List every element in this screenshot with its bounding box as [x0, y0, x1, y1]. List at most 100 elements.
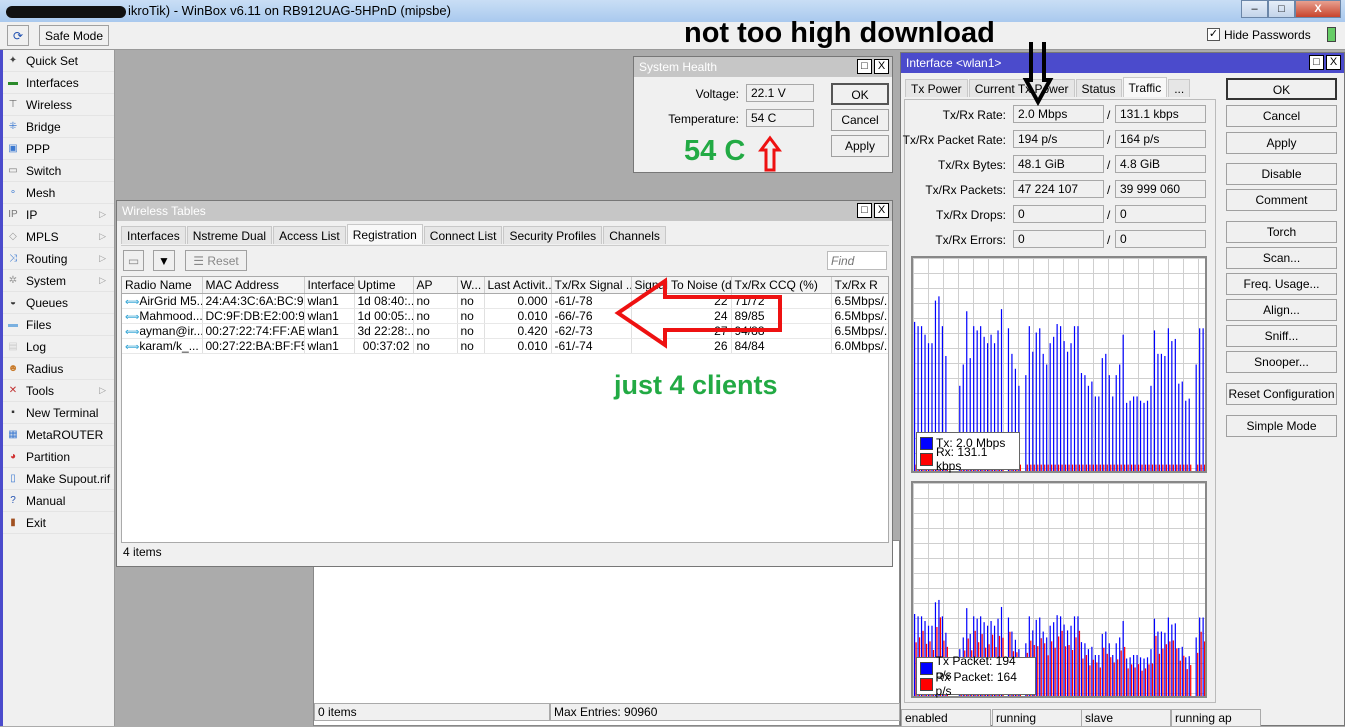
column-header[interactable]: Tx/Rx R: [831, 277, 888, 294]
tab-traffic[interactable]: Traffic: [1122, 77, 1168, 97]
apply-button[interactable]: Apply: [1226, 132, 1337, 154]
cancel-button[interactable]: Cancel: [1226, 105, 1337, 127]
packet-rx-bar: [1197, 652, 1199, 696]
safe-mode-button[interactable]: Safe Mode: [39, 25, 109, 46]
remove-icon[interactable]: ▭: [123, 250, 144, 271]
table-row[interactable]: ⟺ayman@ir... 00:27:22:74:FF:AB wlan1 3d 22:…: [122, 323, 888, 339]
tab-interfaces[interactable]: Interfaces: [121, 226, 186, 244]
column-header[interactable]: Tx/Rx CCQ (%): [731, 277, 832, 294]
sidebar-item-label: Queues: [26, 295, 69, 310]
wireless-client-icon: ⟺: [125, 312, 140, 323]
column-header[interactable]: Uptime: [354, 277, 414, 294]
freq-usage-button[interactable]: Freq. Usage...: [1226, 273, 1337, 295]
sidebar-item-new-terminal[interactable]: ▪ New Terminal: [3, 402, 114, 424]
close-button[interactable]: X: [874, 59, 889, 74]
sidebar-item-label: Partition: [26, 449, 71, 464]
sidebar-item-quick-set[interactable]: ✦ Quick Set: [3, 50, 114, 72]
maximize-button[interactable]: □: [1268, 0, 1295, 18]
close-button[interactable]: X: [1326, 55, 1341, 70]
tab-tx-power[interactable]: Tx Power: [905, 79, 968, 97]
filter-icon[interactable]: ▼: [153, 250, 175, 271]
table-row[interactable]: ⟺AirGrid M5... 24:A4:3C:6A:BC:97 wlan1 1d 0…: [122, 293, 888, 309]
reset-configuration-button[interactable]: Reset Configuration: [1226, 383, 1337, 405]
sniff-button[interactable]: Sniff...: [1226, 325, 1337, 347]
sidebar-item-routing[interactable]: ⤨ Routing ▷: [3, 248, 114, 270]
reset-button[interactable]: ☰ Reset: [185, 250, 247, 271]
sidebar-item-mesh[interactable]: ∘ Mesh: [3, 182, 114, 204]
table-row[interactable]: ⟺Mahmood... DC:9F:DB:E2:00:96 wlan1 1d 00:0…: [122, 308, 888, 324]
sidebar-item-switch[interactable]: ▭ Switch: [3, 160, 114, 182]
sidebar-item-tools[interactable]: ✕ Tools ▷: [3, 380, 114, 402]
minimize-button[interactable]: –: [1241, 0, 1268, 18]
disable-button[interactable]: Disable: [1226, 163, 1337, 185]
column-header[interactable]: AP: [413, 277, 458, 294]
refresh-icon[interactable]: ⟳: [7, 25, 29, 46]
sidebar-item-partition[interactable]: ◕ Partition: [3, 446, 114, 468]
snooper-button[interactable]: Snooper...: [1226, 351, 1337, 373]
column-header[interactable]: Radio Name: [122, 277, 203, 294]
packet-rx-bar: [1200, 631, 1202, 696]
sidebar-item-log[interactable]: ▤ Log: [3, 336, 114, 358]
sidebar-item-ppp[interactable]: ▣ PPP: [3, 138, 114, 160]
tab-registration[interactable]: Registration: [346, 224, 423, 244]
tab-access-list[interactable]: Access List: [273, 226, 346, 244]
tab-channels[interactable]: Channels: [603, 226, 666, 244]
scan-button[interactable]: Scan...: [1226, 247, 1337, 269]
packet-tx-bar: [1188, 656, 1190, 696]
system-health-title-bar[interactable]: System Health □ X: [634, 57, 892, 77]
apply-button[interactable]: Apply: [831, 135, 889, 157]
simple-mode-button[interactable]: Simple Mode: [1226, 415, 1337, 437]
stat-label: Tx/Rx Errors:: [935, 233, 1006, 247]
wireless-tables-title-bar[interactable]: Wireless Tables □ X: [117, 201, 892, 221]
sidebar-item-make-supout-rif[interactable]: ▯ Make Supout.rif: [3, 468, 114, 490]
close-button[interactable]: X: [874, 203, 889, 218]
tab-connect-list[interactable]: Connect List: [423, 226, 503, 244]
column-header[interactable]: Last Activit...: [484, 277, 552, 294]
sidebar-item-mpls[interactable]: ◇ MPLS ▷: [3, 226, 114, 248]
sidebar-item-files[interactable]: ▬ Files: [3, 314, 114, 336]
interface-title-bar[interactable]: Interface <wlan1> □ X: [901, 53, 1344, 73]
sidebar-item-manual[interactable]: ? Manual: [3, 490, 114, 512]
find-input[interactable]: [827, 251, 887, 270]
rate-rx-bar: [1051, 464, 1053, 471]
column-header[interactable]: Tx/Rx Signal ...: [551, 277, 632, 294]
column-header[interactable]: W...: [457, 277, 485, 294]
torch-button[interactable]: Torch: [1226, 221, 1337, 243]
sidebar-item-queues[interactable]: ◒ Queues: [3, 292, 114, 314]
column-header[interactable]: MAC Address: [202, 277, 305, 294]
sidebar-item-ip[interactable]: IP IP ▷: [3, 204, 114, 226]
sidebar-item-radius[interactable]: ☻ Radius: [3, 358, 114, 380]
packet-tx-bar: [1133, 654, 1135, 696]
column-header[interactable]: Signal To Noise (d...: [631, 277, 732, 294]
align-button[interactable]: Align...: [1226, 299, 1337, 321]
sidebar-item-exit[interactable]: ▮ Exit: [3, 512, 114, 534]
tab-status[interactable]: Status: [1075, 79, 1122, 97]
sidebar-item-bridge[interactable]: ⁜ Bridge: [3, 116, 114, 138]
rate-rx-bar: [1096, 464, 1098, 471]
maximize-button[interactable]: □: [857, 59, 872, 74]
rate-tx-bar: [1066, 351, 1069, 471]
hide-passwords-checkbox[interactable]: ✓: [1207, 28, 1220, 41]
cell-value: no: [460, 309, 474, 323]
reset-label: Reset: [207, 254, 239, 268]
sidebar-item-wireless[interactable]: ⊤ Wireless: [3, 94, 114, 116]
cell-value: AirGrid M5...: [139, 294, 202, 308]
comment-button[interactable]: Comment: [1226, 189, 1337, 211]
ok-button[interactable]: OK: [831, 83, 889, 105]
close-button[interactable]: X: [1295, 0, 1341, 18]
tab--[interactable]: ...: [1168, 79, 1191, 97]
sidebar-item-metarouter[interactable]: ▦ MetaROUTER: [3, 424, 114, 446]
tab-nstreme-dual[interactable]: Nstreme Dual: [186, 226, 273, 244]
column-header[interactable]: Interface: [304, 277, 355, 294]
status-0: enabled: [901, 709, 991, 727]
sidebar-item-interfaces[interactable]: ▬ Interfaces: [3, 72, 114, 94]
tab-current-tx-power[interactable]: Current Tx Power: [968, 79, 1075, 97]
ok-button[interactable]: OK: [1226, 78, 1337, 100]
table-cell: wlan1: [304, 338, 355, 354]
maximize-button[interactable]: □: [1309, 55, 1324, 70]
table-row[interactable]: ⟺karam/k_... 00:27:22:BA:BF:F5 wlan1 00:37:…: [122, 338, 888, 354]
sidebar-item-system[interactable]: ✲ System ▷: [3, 270, 114, 292]
maximize-button[interactable]: □: [857, 203, 872, 218]
tab-security-profiles[interactable]: Security Profiles: [503, 226, 603, 244]
cancel-button[interactable]: Cancel: [831, 109, 889, 131]
